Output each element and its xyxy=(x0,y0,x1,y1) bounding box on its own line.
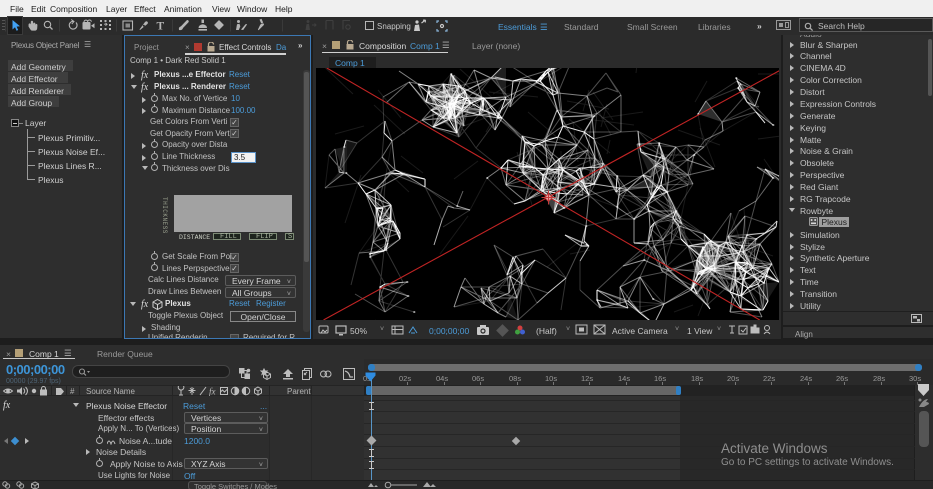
svg-text:fx: fx xyxy=(209,387,216,397)
svg-text:T: T xyxy=(157,21,165,33)
